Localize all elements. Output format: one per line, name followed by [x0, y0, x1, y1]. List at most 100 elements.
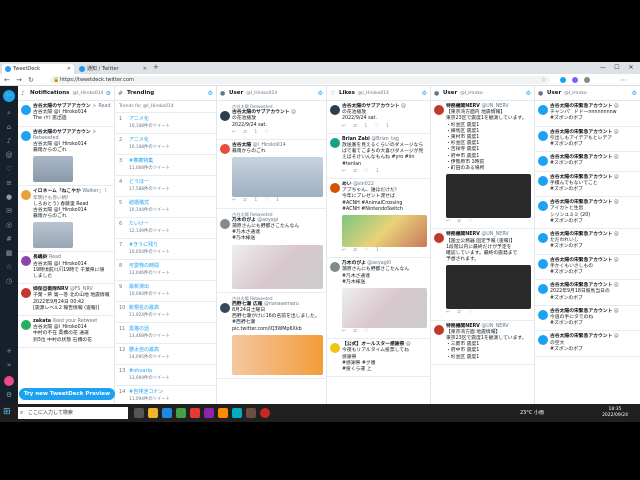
trend-item[interactable]: 13 #ohvarla 13,094件のツイート — [115, 365, 216, 386]
edge-icon[interactable] — [162, 408, 172, 418]
list-item[interactable]: イロネーム「ねこやか Walker」 \ 年明けも赤い柄! しろおとう) 春藤里… — [18, 186, 114, 253]
list-item[interactable]: zakata liked your Retweet 古谷太陽 @I_Hiroko… — [18, 316, 114, 348]
tweet-image[interactable] — [232, 334, 323, 375]
new-tab-button[interactable]: + — [153, 63, 159, 71]
clock-icon[interactable]: ◷ — [4, 276, 14, 286]
trend-item[interactable]: 11 黒猫の話 13,468件のツイート — [115, 323, 216, 344]
close-tab-icon[interactable]: ✕ — [143, 64, 147, 74]
tweet-actions[interactable]: ↩ ⇄ 1 ♡ 1 — [342, 124, 427, 130]
chrome-icon[interactable] — [176, 408, 186, 418]
table-row[interactable]: 古谷太陽の宋緊急アカウント @ 今道の手にタでのね #ズボンのボブ — [535, 306, 640, 332]
table-row[interactable]: 古谷太陽 Retweeted 西野七瀬 広報 @nanasemaru 8月24日… — [217, 293, 326, 379]
table-row[interactable]: 古谷太陽の宋緊急アカウント @ アイカトと生息 シリンユミミ (20) #ズボンの… — [535, 197, 640, 230]
bell-icon[interactable]: ♪ — [4, 136, 14, 146]
taskbar-search-input[interactable]: ⌕ ここに入力して検索 — [18, 407, 128, 419]
tweet-actions[interactable]: ↩ ⇄ ♡ — [446, 310, 531, 316]
column-options-icon[interactable]: ⚙ — [632, 86, 637, 101]
trend-item[interactable]: 2 アニメ化 10,108件のツイート — [115, 134, 216, 155]
tweet-actions[interactable]: ↩ ⇄ ♡ — [446, 219, 531, 225]
collapse-icon[interactable]: » — [4, 360, 14, 370]
search-icon[interactable]: ⌕ — [4, 108, 14, 118]
column-options-icon[interactable]: ⚙ — [422, 86, 427, 101]
app-icon[interactable] — [190, 408, 200, 418]
trend-item[interactable]: 5 結婚儀式 10,194件のツイート — [115, 197, 216, 218]
list-item[interactable]: 古谷太陽のサブアアカウン ト Read 古谷太陽 @I_Hiroko014 Th… — [18, 101, 114, 127]
trend-item[interactable]: 9 最新演出 10,094件のツイート — [115, 281, 216, 302]
url-bar[interactable]: 🔒 https://tweetdeck.twitter.com ☆ — [50, 76, 550, 84]
avatar[interactable] — [4, 376, 14, 386]
table-row[interactable]: 古谷太陽の宋緊急アカウント @ 手積んでもないでこと #ズボンのボブ — [535, 172, 640, 198]
back-icon[interactable]: ← — [4, 75, 10, 85]
table-row[interactable]: 乃木のがよ @aoyagi0 蒲原さんにも野都さこたんなん #乃木さ通達 #乃木… — [327, 258, 430, 340]
list-item[interactable]: 長嶋鈴 Read 古谷太陽 @I_Hiroko014 19時頃前川川19時で 千… — [18, 252, 114, 285]
app-icon[interactable] — [246, 408, 256, 418]
tweet-actions[interactable]: ↩ ⇄ 1 ♡ 1 — [232, 198, 323, 204]
app-icon[interactable] — [204, 408, 214, 418]
person-icon[interactable]: ● — [4, 192, 14, 202]
column-options-icon[interactable]: ⚙ — [526, 86, 531, 101]
trend-item[interactable]: 6 たいけー 12,149件のツイート — [115, 218, 216, 239]
tweet-actions[interactable]: ↩ ⇄ 1 ♡ — [232, 130, 323, 136]
try-preview-button[interactable]: Try new TweetDeck Preview — [19, 388, 115, 400]
list-item[interactable]: 姉保自衛隊NRV @FS_NRV 千葉・県 第一巻 北の山地 地震情報 2022… — [18, 284, 114, 317]
table-row[interactable]: 古谷太陽 Retweeted 乃木のがよ @aoyagi 蒲原さんにも野都さこた… — [217, 209, 326, 293]
column-options-icon[interactable]: ⚙ — [318, 86, 323, 101]
calendar-icon[interactable]: ▦ — [4, 248, 14, 258]
profile-icon[interactable] — [584, 77, 590, 83]
table-row[interactable]: 古谷太陽の宋緊急アカウント @ ただわれいし #ズボンのボブ — [535, 229, 640, 255]
maximize-button[interactable]: ☐ — [610, 62, 624, 74]
trend-item[interactable]: 12 勝太自の最高 14,095件のツイート — [115, 344, 216, 365]
at-icon[interactable]: @ — [4, 150, 14, 160]
tweet-image[interactable] — [232, 157, 323, 198]
app-icon[interactable] — [232, 408, 242, 418]
table-row[interactable]: 古谷太陽の宋緊急アカウント @2022年9月18日競馬当日の #ズボンのボブ — [535, 280, 640, 306]
table-row[interactable]: 特務機関NERV @UN_NERV 【東京湾方面 地震情報】 東京23区で震度1… — [431, 321, 534, 365]
table-row[interactable]: 古谷太陽の宋緊急アカウント @ 引出しもアイデアもとレデア #ズボンのボブ — [535, 127, 640, 153]
home-icon[interactable]: ⌂ — [4, 122, 14, 132]
tweet-image[interactable] — [342, 215, 427, 248]
trend-item[interactable]: 7 #きうに残り 10,054件のツイート — [115, 239, 216, 260]
windows-start-icon[interactable]: ⊞ — [3, 407, 11, 417]
trend-item[interactable]: 8 可愛物の時間 12,046件のツイート — [115, 260, 216, 281]
app-icon[interactable] — [218, 408, 228, 418]
file-explorer-icon[interactable] — [148, 408, 158, 418]
tweet-image[interactable] — [342, 288, 427, 329]
tweet-image[interactable] — [446, 174, 531, 219]
heart-icon[interactable]: ♡ — [4, 164, 14, 174]
forward-icon[interactable]: → — [16, 75, 22, 85]
table-row[interactable]: 古谷太陽のサブアカウント @ の花池播放 2022/9/24 sat. ↩ ⇄ … — [327, 101, 430, 134]
table-row[interactable]: Brian Zabi @Brian_tag 放送塞を見えるくらいのダメージならば… — [327, 134, 430, 180]
tweet-actions[interactable]: ↩ ⇄ ♡ 1 — [342, 169, 427, 175]
tweet-actions[interactable]: ↩ ⇄ ♡ — [342, 329, 427, 335]
record-icon[interactable] — [260, 408, 270, 418]
table-row[interactable]: 古谷太陽の宋緊急アカウント @ チャンバ゜ドドーnnnnnnnnw #ズボンのボブ — [535, 101, 640, 127]
tab-tweetdeck[interactable]: TweetDeck ✕ — [2, 64, 74, 74]
extension-twitter-icon[interactable] — [560, 77, 566, 83]
hash-icon[interactable]: # — [4, 234, 14, 244]
weather-status[interactable]: 23°C 小雨 — [520, 404, 544, 422]
table-row[interactable]: 古谷太陽の宋緊急アカウント @ の空大 #ズボンのボブ — [535, 331, 640, 358]
table-row[interactable]: 特務機関NERV @UN_NERV 【東京湾方面内 地震情報】 東京23区で震度… — [431, 101, 534, 230]
close-window-button[interactable]: ✕ — [624, 62, 638, 74]
minimize-button[interactable]: — — [596, 62, 610, 74]
list-icon[interactable]: ≡ — [4, 178, 14, 188]
trend-item[interactable]: 1 アニメ化 10,108件のツイート — [115, 113, 216, 134]
trend-item[interactable]: 10 新規名の最高 11,024件のツイート — [115, 302, 216, 323]
table-row[interactable]: 古谷太陽 @I_Hiroko014 霧雨からのこれ ↩ ⇄ 1 ♡ 1 — [217, 140, 326, 209]
bookmark-star-icon[interactable]: ☆ — [542, 76, 546, 84]
column-options-icon[interactable]: ⚙ — [208, 86, 213, 101]
mail-icon[interactable]: ✉ — [4, 206, 14, 216]
table-row[interactable]: めい @sin022 アプちゃん、誰ほだけだ！ 今年にプレゼント渡せば #ACN… — [327, 179, 430, 259]
star-icon[interactable]: ☆ — [4, 262, 14, 272]
trend-item[interactable]: 14 #自排泄コナン 11,094件のツイート — [115, 386, 216, 404]
tab-twitter-notifications[interactable]: 通知 / Twitter ✕ — [76, 64, 150, 74]
gear-icon[interactable]: ⚙ — [4, 390, 14, 400]
close-tab-icon[interactable]: ✕ — [67, 64, 71, 74]
tweet-image[interactable] — [446, 265, 531, 310]
add-column-icon[interactable]: + — [4, 346, 14, 356]
table-row[interactable]: 古谷太陽の宋緊急アカウント @ #スボンのボブ — [535, 152, 640, 172]
trend-item[interactable]: 4 どうほー 17,588件のツイート — [115, 176, 216, 197]
tweet-actions[interactable]: ↩ ⇄ ♡ 1 — [342, 248, 427, 254]
clock[interactable]: 18:35 2022/09/24 — [602, 407, 628, 419]
extension-icon[interactable] — [572, 77, 578, 83]
